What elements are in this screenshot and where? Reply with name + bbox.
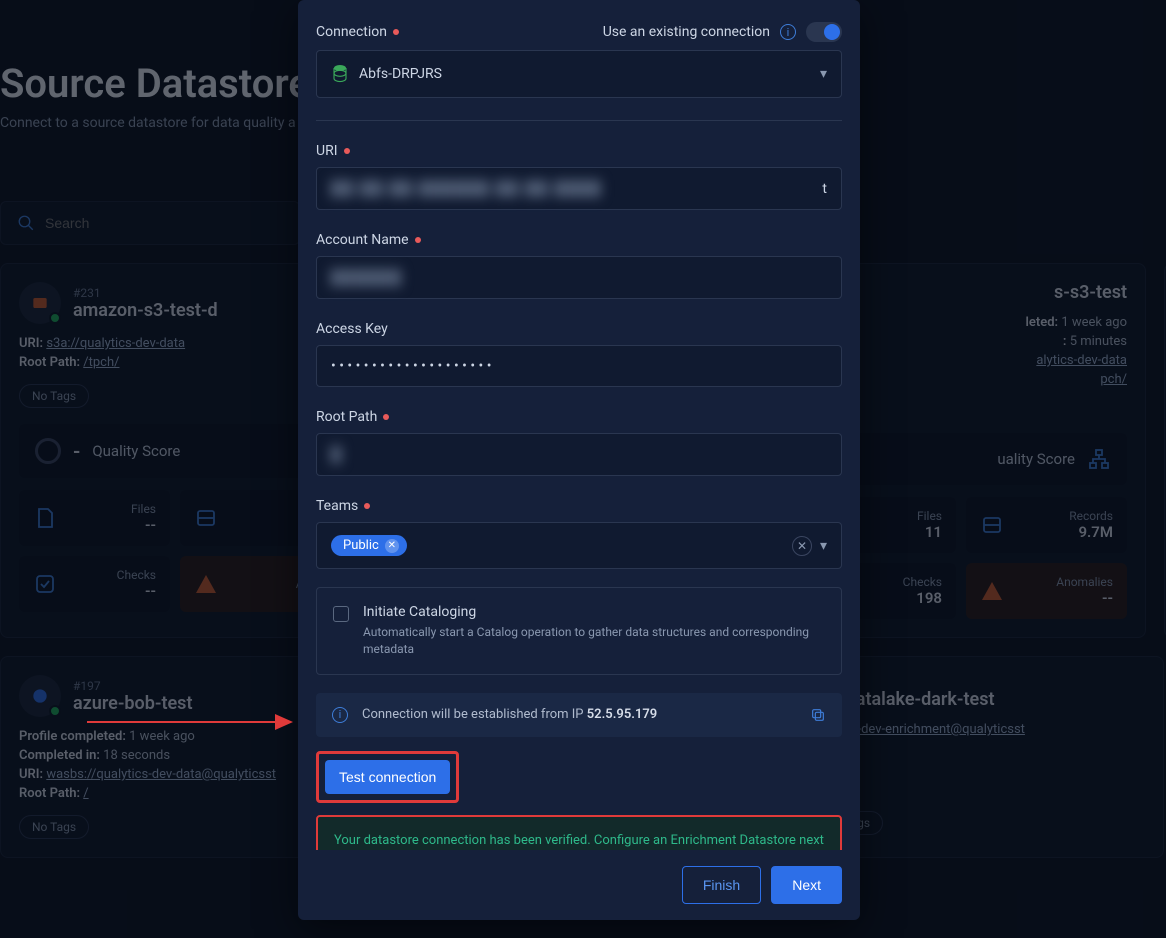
required-indicator [344,148,350,154]
finish-button[interactable]: Finish [682,866,761,904]
existing-connection-label: Use an existing connection [603,24,770,40]
connection-label: Connection [316,24,387,40]
existing-connection-toggle[interactable] [806,22,842,42]
team-chip[interactable]: Public ✕ [331,535,407,556]
catalog-description: Automatically start a Catalog operation … [363,624,825,658]
database-icon [331,63,349,85]
highlight-annotation: Test connection [316,751,459,803]
info-icon[interactable]: i [780,24,796,40]
uri-label: URI [316,143,338,159]
chevron-down-icon: ▾ [820,538,827,554]
success-message: Your datastore connection has been verif… [316,815,842,850]
account-name-input[interactable]: ██████ [316,256,842,299]
required-indicator [393,29,399,35]
access-key-label: Access Key [316,321,388,337]
account-name-label: Account Name [316,232,409,248]
root-path-label: Root Path [316,409,377,425]
required-indicator [364,503,370,509]
next-button[interactable]: Next [771,866,842,904]
clear-all-icon[interactable]: ✕ [792,536,812,556]
connection-value: Abfs-DRPJRS [359,66,442,82]
teams-select[interactable]: Public ✕ ✕ ▾ [316,522,842,569]
teams-label: Teams [316,498,358,514]
connection-modal: Connection Use an existing connection i … [298,0,860,920]
root-path-input[interactable]: █ [316,433,842,476]
test-connection-button[interactable]: Test connection [325,760,450,794]
info-icon: i [332,707,348,723]
connection-select[interactable]: Abfs-DRPJRS ▾ [316,50,842,98]
initiate-cataloging-option[interactable]: Initiate Cataloging Automatically start … [316,587,842,675]
required-indicator [415,237,421,243]
chevron-down-icon: ▾ [820,66,827,82]
checkbox[interactable] [333,606,349,622]
uri-input[interactable]: ██ ██ ██ ██████ ██ ██ ████ t [316,167,842,210]
copy-icon[interactable] [810,707,826,723]
catalog-title: Initiate Cataloging [363,604,825,620]
ip-info-banner: i Connection will be established from IP… [316,693,842,737]
required-indicator [383,414,389,420]
access-key-input[interactable]: • • • • • • • • • • • • • • • • • • • • [316,345,842,387]
remove-chip-icon[interactable]: ✕ [385,539,399,553]
